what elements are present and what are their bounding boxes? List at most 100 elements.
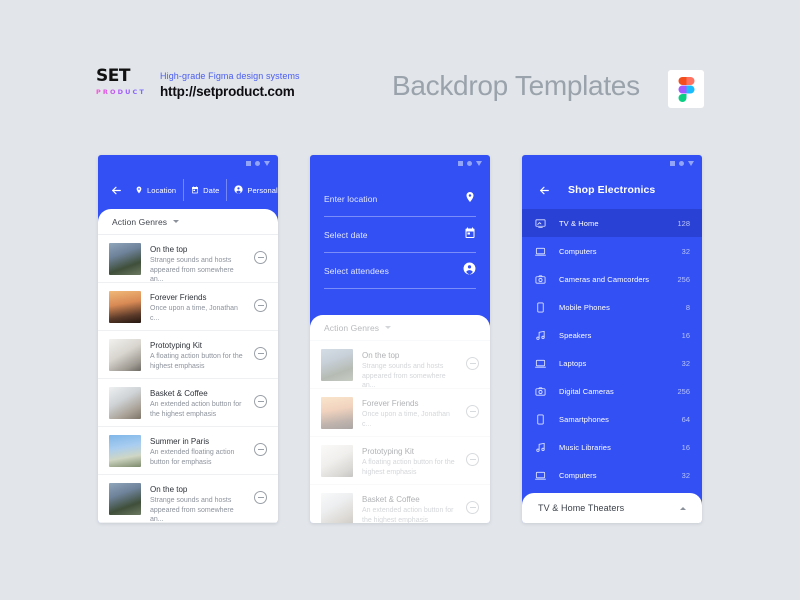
appbar-filter-date[interactable]: Date xyxy=(183,179,226,201)
appbar-filter-location[interactable]: Location xyxy=(128,179,183,201)
arrow-left-icon[interactable] xyxy=(104,178,128,202)
content-list[interactable]: On the top Strange sounds and hosts appea… xyxy=(310,341,490,523)
field-select-attendees[interactable]: Select attendees xyxy=(324,253,476,289)
list-item-thumbnail xyxy=(109,339,141,371)
list-item-title: Forever Friends xyxy=(362,399,419,408)
appbar-filter-personal[interactable]: Personal xyxy=(226,179,278,201)
brand-text-block: High-grade Figma design systems http://s… xyxy=(160,70,300,101)
list-item[interactable]: Prototyping Kit A floating action button … xyxy=(98,331,278,379)
list-item-thumbnail xyxy=(321,493,353,523)
setproduct-logo: SET PRODUCT xyxy=(96,68,162,97)
app-bar: Shop Electronics xyxy=(522,171,702,209)
category-row[interactable]: Laptops 32 xyxy=(522,349,702,377)
list-item[interactable]: On the top Strange sounds and hosts appea… xyxy=(310,341,490,389)
category-row[interactable]: Samartphones 64 xyxy=(522,405,702,433)
camera-icon xyxy=(534,386,547,397)
list-item-title: Summer in Paris xyxy=(150,437,210,446)
calendar-icon xyxy=(191,181,199,199)
person-icon[interactable] xyxy=(463,262,476,280)
minus-circle-icon[interactable] xyxy=(254,443,267,456)
app-bar: Location Date Personal xyxy=(98,171,278,209)
category-list[interactable]: TV & Home 128 Computers 32 Cameras and Camco… xyxy=(522,209,702,517)
list-item-subtitle: Strange sounds and hosts appeared from s… xyxy=(362,363,446,389)
field-label: Select date xyxy=(324,229,368,240)
battery-icon xyxy=(264,160,270,166)
category-label: Laptops xyxy=(559,358,587,368)
list-item[interactable]: Forever Friends Once upon a time, Jonatha… xyxy=(98,283,278,331)
minus-circle-icon[interactable] xyxy=(466,501,479,514)
minus-circle-icon[interactable] xyxy=(466,357,479,370)
signal-icon xyxy=(670,160,675,166)
brand-tagline: High-grade Figma design systems xyxy=(160,71,300,81)
list-item-thumbnail xyxy=(321,397,353,429)
category-row[interactable]: Cameras and Camcorders 256 xyxy=(522,265,702,293)
appbar-filter-label: Personal xyxy=(247,185,278,195)
bottom-sheet[interactable]: TV & Home Theaters xyxy=(522,493,702,523)
map-pin-icon[interactable] xyxy=(464,190,476,208)
brand-url[interactable]: http://setproduct.com xyxy=(160,83,300,101)
list-item-text: Forever Friends Once upon a time, Jonatha… xyxy=(362,397,457,429)
sheet-header[interactable]: Action Genres xyxy=(310,315,490,341)
category-label: Digital Cameras xyxy=(559,386,614,396)
list-item-thumbnail xyxy=(109,243,141,275)
category-row[interactable]: Computers 32 xyxy=(522,237,702,265)
list-item[interactable]: On the top Strange sounds and hosts appea… xyxy=(98,235,278,283)
minus-circle-icon[interactable] xyxy=(466,405,479,418)
sheet-header[interactable]: Action Genres xyxy=(98,209,278,235)
category-row[interactable]: Computers 32 xyxy=(522,461,702,489)
arrow-left-icon[interactable] xyxy=(532,178,556,202)
category-count: 128 xyxy=(677,218,690,228)
category-row[interactable]: TV & Home 128 xyxy=(522,209,702,237)
logo-secondary-text: PRODUCT xyxy=(96,87,162,97)
list-item-text: Basket & Coffee An extended action button… xyxy=(362,493,457,523)
list-item-subtitle: An extended action button for the highes… xyxy=(150,401,242,418)
list-item-subtitle: Strange sounds and hosts appeared from s… xyxy=(150,257,234,283)
list-item[interactable]: Prototyping Kit A floating action button … xyxy=(310,437,490,485)
category-label: Computers xyxy=(559,246,597,256)
minus-circle-icon[interactable] xyxy=(254,395,267,408)
field-select-date[interactable]: Select date xyxy=(324,217,476,253)
list-item-title: Prototyping Kit xyxy=(362,447,415,456)
category-label: Mobile Phones xyxy=(559,302,610,312)
category-row[interactable]: Music Libraries 16 xyxy=(522,433,702,461)
list-item-thumbnail xyxy=(321,349,353,381)
backdrop-fields: Enter location Select date Select attend… xyxy=(310,171,490,289)
chevron-down-icon[interactable] xyxy=(385,326,392,329)
minus-circle-icon[interactable] xyxy=(466,453,479,466)
list-item-subtitle: An extended action button for the highes… xyxy=(362,507,454,523)
list-item-text: Forever Friends Once upon a time, Jonatha… xyxy=(150,291,245,323)
minus-circle-icon[interactable] xyxy=(254,299,267,312)
category-label: Computers xyxy=(559,470,597,480)
list-item-thumbnail xyxy=(109,435,141,467)
page-title: Backdrop Templates xyxy=(392,70,640,101)
minus-circle-icon[interactable] xyxy=(254,347,267,360)
appbar-title: Shop Electronics xyxy=(568,184,656,196)
list-item-title: On the top xyxy=(150,485,188,494)
category-row[interactable]: Speakers 16 xyxy=(522,321,702,349)
minus-circle-icon[interactable] xyxy=(254,491,267,504)
list-item[interactable]: Basket & Coffee An extended action button… xyxy=(310,485,490,523)
chevron-down-icon[interactable] xyxy=(173,220,180,223)
category-count: 256 xyxy=(677,274,690,284)
list-item[interactable]: Basket & Coffee An extended action button… xyxy=(98,379,278,427)
front-layer-sheet: Action Genres On the top Strange sounds a… xyxy=(310,315,490,523)
content-list[interactable]: On the top Strange sounds and hosts appea… xyxy=(98,235,278,523)
category-row[interactable]: Mobile Phones 8 xyxy=(522,293,702,321)
battery-icon xyxy=(688,160,694,166)
list-item-thumbnail xyxy=(109,291,141,323)
category-count: 64 xyxy=(681,414,690,424)
field-enter-location[interactable]: Enter location xyxy=(324,181,476,217)
category-row[interactable]: Digital Cameras 256 xyxy=(522,377,702,405)
list-item[interactable]: Summer in Paris An extended floating acti… xyxy=(98,427,278,475)
list-item[interactable]: Forever Friends Once upon a time, Jonatha… xyxy=(310,389,490,437)
list-item-subtitle: A floating action button for the highest… xyxy=(362,459,455,476)
list-item-title: Prototyping Kit xyxy=(150,341,203,350)
chevron-up-icon[interactable] xyxy=(680,506,686,510)
signal-icon xyxy=(246,160,251,166)
list-item[interactable]: On the top Strange sounds and hosts appea… xyxy=(98,475,278,523)
list-item-thumbnail xyxy=(321,445,353,477)
list-item-thumbnail xyxy=(109,483,141,515)
calendar-icon[interactable] xyxy=(464,226,476,244)
minus-circle-icon[interactable] xyxy=(254,251,267,264)
music-note-icon xyxy=(534,442,547,453)
